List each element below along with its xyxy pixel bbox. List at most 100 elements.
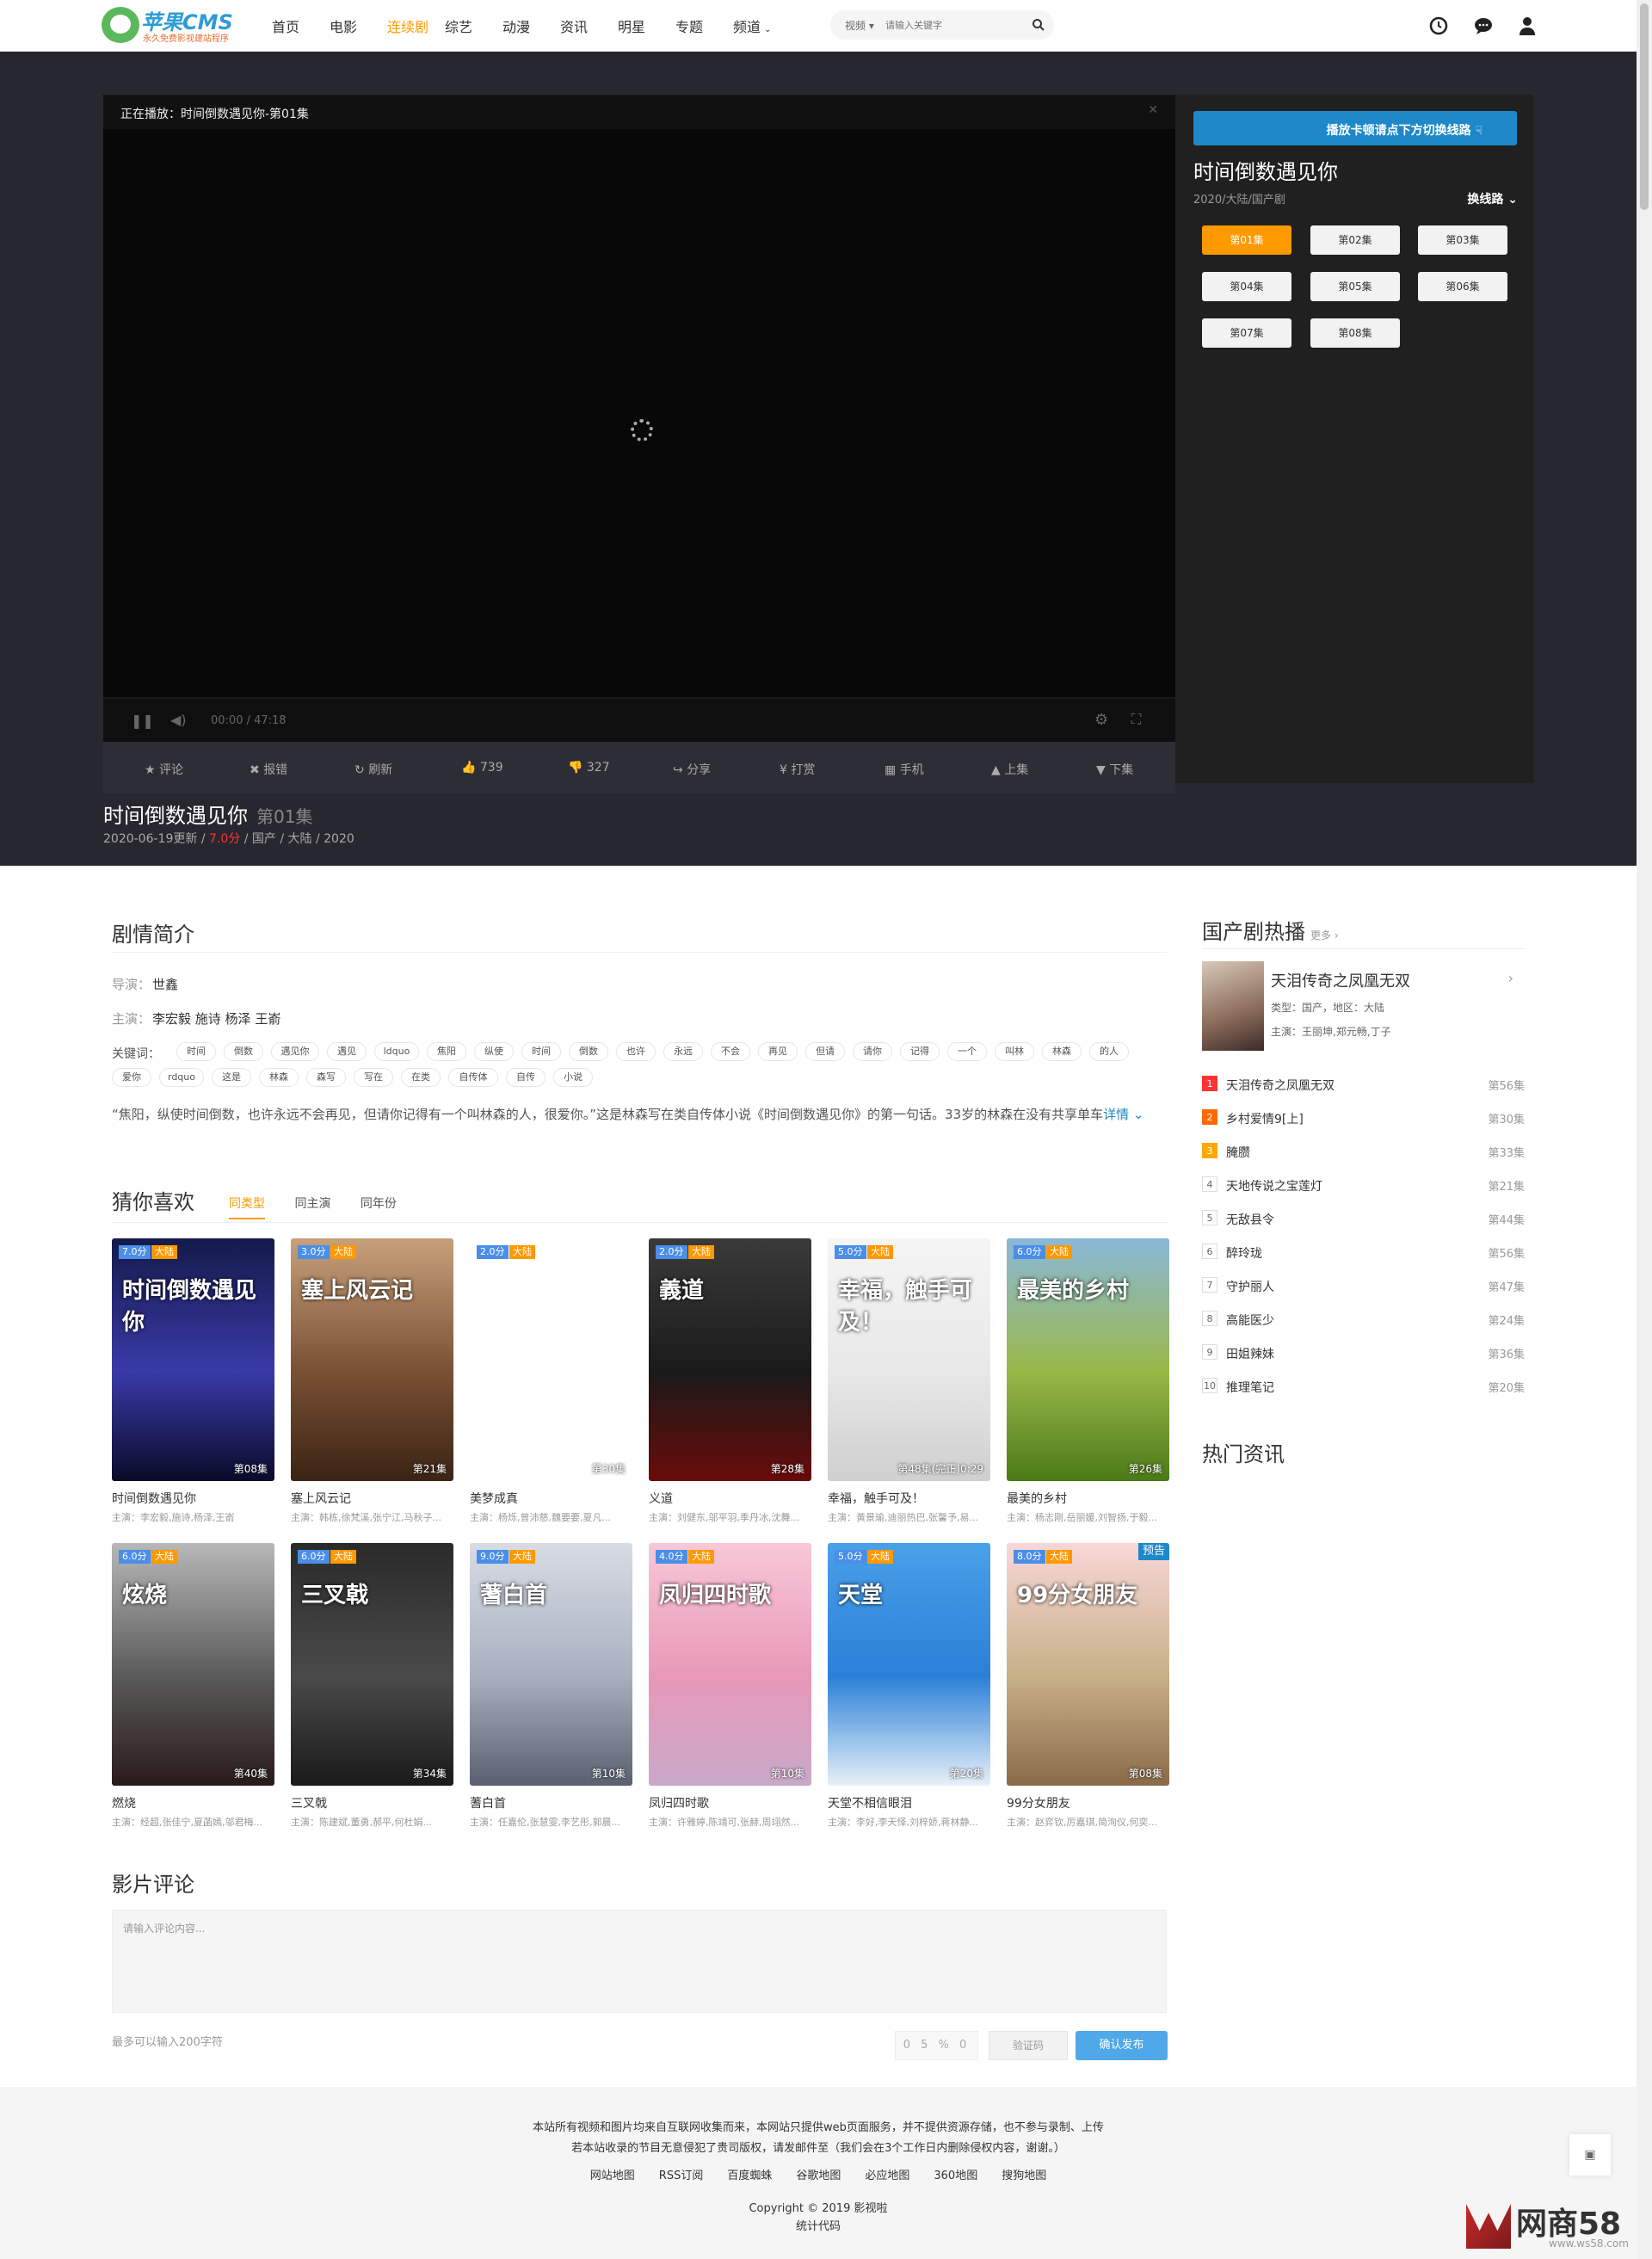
- tip-button[interactable]: ¥ 打赏: [780, 761, 815, 778]
- video-title[interactable]: 美梦成真: [470, 1490, 632, 1507]
- nav-variety[interactable]: 综艺: [445, 15, 502, 36]
- video-title[interactable]: 蓍白首: [470, 1794, 632, 1812]
- video-player[interactable]: 正在播放：时间倒数遇见你-第01集 ✕ ❚❚ ◀) 00:00 / 47:18 ⚙…: [103, 95, 1175, 793]
- search-icon[interactable]: [1032, 18, 1045, 32]
- comment-button[interactable]: ★ 评论: [145, 761, 183, 778]
- video-poster[interactable]: 时间倒数遇见你 7.0分 大陆 第08集: [112, 1238, 274, 1481]
- search-type-select[interactable]: 视频 ▾: [845, 18, 874, 33]
- footer-link[interactable]: 搜狗地图: [1002, 2170, 1046, 2182]
- video-card[interactable]: 时间倒数遇见你 7.0分 大陆 第08集 时间倒数遇见你 主演：李宏毅,施诗,杨泽,王嵛: [112, 1238, 274, 1524]
- video-poster[interactable]: 99分女朋友 8.0分 大陆 预告 第08集: [1007, 1543, 1169, 1786]
- synopsis-more-link[interactable]: 详情 ⌄: [1103, 1107, 1143, 1122]
- settings-gear-icon[interactable]: ⚙: [1094, 711, 1108, 729]
- video-poster[interactable]: 幸福，触手可及！ 5.0分 大陆 第48集(完正)0:29: [828, 1238, 990, 1481]
- episode-button[interactable]: 第06集: [1418, 272, 1507, 301]
- hot-rank-item[interactable]: 7 守护丽人 第47集: [1202, 1275, 1525, 1296]
- tab-same-type[interactable]: 同类型: [229, 1197, 265, 1219]
- user-icon[interactable]: [1517, 15, 1538, 36]
- keyword-tag[interactable]: 一个: [947, 1042, 987, 1061]
- keyword-tag[interactable]: 倒数: [224, 1042, 263, 1061]
- video-title[interactable]: 时间倒数遇见你: [112, 1490, 274, 1507]
- video-card[interactable]: 三叉戟 6.0分 大陆 第34集 三叉戟 主演：陈建斌,董勇,郝平,何杜娟...: [291, 1543, 453, 1829]
- actors-names[interactable]: 李宏毅 施诗 杨泽 王嵛: [152, 1011, 280, 1027]
- video-title[interactable]: 三叉戟: [291, 1794, 453, 1812]
- captcha-image[interactable]: 0 5 % 0: [895, 2031, 978, 2060]
- search-input[interactable]: [885, 17, 1014, 33]
- keyword-tag[interactable]: 记得: [900, 1042, 940, 1061]
- hot-rank-item[interactable]: 10 推理笔记 第20集: [1202, 1376, 1525, 1397]
- footer-link[interactable]: 百度蜘蛛: [727, 2170, 772, 2182]
- mobile-button[interactable]: ▦ 手机: [885, 761, 924, 778]
- prev-episode-button[interactable]: ▲ 上集: [991, 761, 1028, 778]
- close-icon[interactable]: ✕: [1148, 103, 1158, 117]
- hot-rank-item[interactable]: 4 天地传说之宝莲灯 第21集: [1202, 1175, 1525, 1195]
- video-card[interactable]: 99分女朋友 8.0分 大陆 预告 第08集 99分女朋友 主演：赵弈钦,厉嘉琪,简洵仪,何…: [1007, 1543, 1169, 1829]
- keyword-tag[interactable]: 在类: [401, 1068, 441, 1087]
- comment-textarea[interactable]: 请输入评论内容...: [112, 1910, 1167, 2013]
- video-card[interactable]: 凤归四时歌 4.0分 大陆 第10集 凤归四时歌 主演：许雅婷,陈靖可,张赫,周翊然...: [649, 1543, 811, 1829]
- nav-anime[interactable]: 动漫: [502, 15, 560, 36]
- keyword-tag[interactable]: 请你: [853, 1042, 892, 1061]
- next-episode-button[interactable]: ▼ 下集: [1096, 761, 1133, 778]
- page-scrollbar[interactable]: [1637, 0, 1652, 2259]
- refresh-button[interactable]: ↻ 刷新: [354, 761, 392, 778]
- featured-hot-item[interactable]: 天泪传奇之凤凰无双 类型：国产，地区：大陆 主演：王丽坤,郑元畅,丁子 ›: [1202, 961, 1520, 1051]
- keyword-tag[interactable]: 小说: [553, 1068, 593, 1087]
- director-name[interactable]: 世鑫: [152, 977, 178, 992]
- video-poster[interactable]: 塞上风云记 3.0分 大陆 第21集: [291, 1238, 453, 1481]
- video-title[interactable]: 天堂不相信眼泪: [828, 1794, 990, 1812]
- hot-rank-item[interactable]: 3 腌臜 第33集: [1202, 1141, 1525, 1162]
- episode-button[interactable]: 第04集: [1202, 272, 1291, 301]
- video-poster[interactable]: 三叉戟 6.0分 大陆 第34集: [291, 1543, 453, 1786]
- hot-rank-item[interactable]: 1 天泪传奇之凤凰无双 第56集: [1202, 1074, 1525, 1095]
- nav-home[interactable]: 首页: [272, 15, 330, 36]
- video-poster[interactable]: 炫烧 6.0分 大陆 第40集: [112, 1543, 274, 1786]
- video-title[interactable]: 幸福，触手可及！: [828, 1490, 990, 1507]
- hot-rank-item[interactable]: 5 无敌县令 第44集: [1202, 1208, 1525, 1229]
- episode-button[interactable]: 第03集: [1418, 225, 1507, 255]
- keyword-tag[interactable]: 倒数: [569, 1042, 608, 1061]
- keyword-tag[interactable]: 也许: [616, 1042, 656, 1061]
- submit-comment-button[interactable]: 确认发布: [1076, 2031, 1168, 2060]
- nav-series[interactable]: 连续剧: [387, 15, 445, 36]
- keyword-tag[interactable]: rdquo: [159, 1068, 204, 1087]
- keyword-tag[interactable]: 时间: [176, 1042, 216, 1061]
- footer-link[interactable]: 360地图: [934, 2170, 977, 2182]
- video-poster[interactable]: 凤归四时歌 4.0分 大陆 第10集: [649, 1543, 811, 1786]
- keyword-tag[interactable]: 叫林: [995, 1042, 1034, 1061]
- verify-code-input[interactable]: 验证码: [989, 2031, 1068, 2060]
- switch-line-banner[interactable]: 播放卡顿请点下方切换线路 ☟: [1193, 111, 1517, 145]
- video-card[interactable]: 幸福，触手可及！ 5.0分 大陆 第48集(完正)0:29 幸福，触手可及！ 主演：黄景瑜…: [828, 1238, 990, 1524]
- video-title[interactable]: 凤归四时歌: [649, 1794, 811, 1812]
- keyword-tag[interactable]: 的人: [1089, 1042, 1129, 1061]
- footer-link[interactable]: 谷歌地图: [796, 2170, 841, 2182]
- video-title[interactable]: 义道: [649, 1490, 811, 1507]
- keyword-tag[interactable]: ldquo: [374, 1042, 419, 1061]
- switch-line-dropdown[interactable]: 换线路 ⌄: [1467, 190, 1518, 207]
- share-button[interactable]: ↪ 分享: [673, 761, 711, 778]
- keyword-tag[interactable]: 写在: [354, 1068, 393, 1087]
- nav-movie[interactable]: 电影: [330, 15, 387, 36]
- footer-stats[interactable]: 统计代码: [0, 2217, 1637, 2233]
- fullscreen-icon[interactable]: ⛶: [1131, 711, 1141, 728]
- nav-channels[interactable]: 频道 ⌄: [733, 15, 791, 36]
- video-title[interactable]: 塞上风云记: [291, 1490, 453, 1507]
- footer-link[interactable]: RSS订阅: [659, 2170, 704, 2182]
- keyword-tag[interactable]: 林森: [1042, 1042, 1082, 1061]
- pause-icon[interactable]: ❚❚: [131, 713, 154, 729]
- episode-button[interactable]: 第08集: [1310, 318, 1400, 348]
- like-button[interactable]: 👍 739: [461, 761, 503, 775]
- video-poster[interactable]: 蓍白首 9.0分 大陆 第10集: [470, 1543, 632, 1786]
- keyword-tag[interactable]: 爱你: [112, 1068, 151, 1087]
- keyword-tag[interactable]: 自传体: [448, 1068, 498, 1087]
- video-card[interactable]: 塞上风云记 3.0分 大陆 第21集 塞上风云记 主演：韩栋,徐梵溪,张宁江,马秋子...: [291, 1238, 453, 1524]
- history-clock-icon[interactable]: [1428, 15, 1449, 36]
- message-icon[interactable]: [1473, 15, 1494, 36]
- keyword-tag[interactable]: 时间: [521, 1042, 561, 1061]
- dislike-button[interactable]: 👎 327: [568, 761, 610, 775]
- keyword-tag[interactable]: 但请: [805, 1042, 845, 1061]
- episode-button[interactable]: 第01集: [1202, 225, 1291, 255]
- video-poster[interactable]: 義道 2.0分 大陆 第28集: [649, 1238, 811, 1481]
- keyword-tag[interactable]: 森写: [306, 1068, 346, 1087]
- keyword-tag[interactable]: 纵使: [474, 1042, 514, 1061]
